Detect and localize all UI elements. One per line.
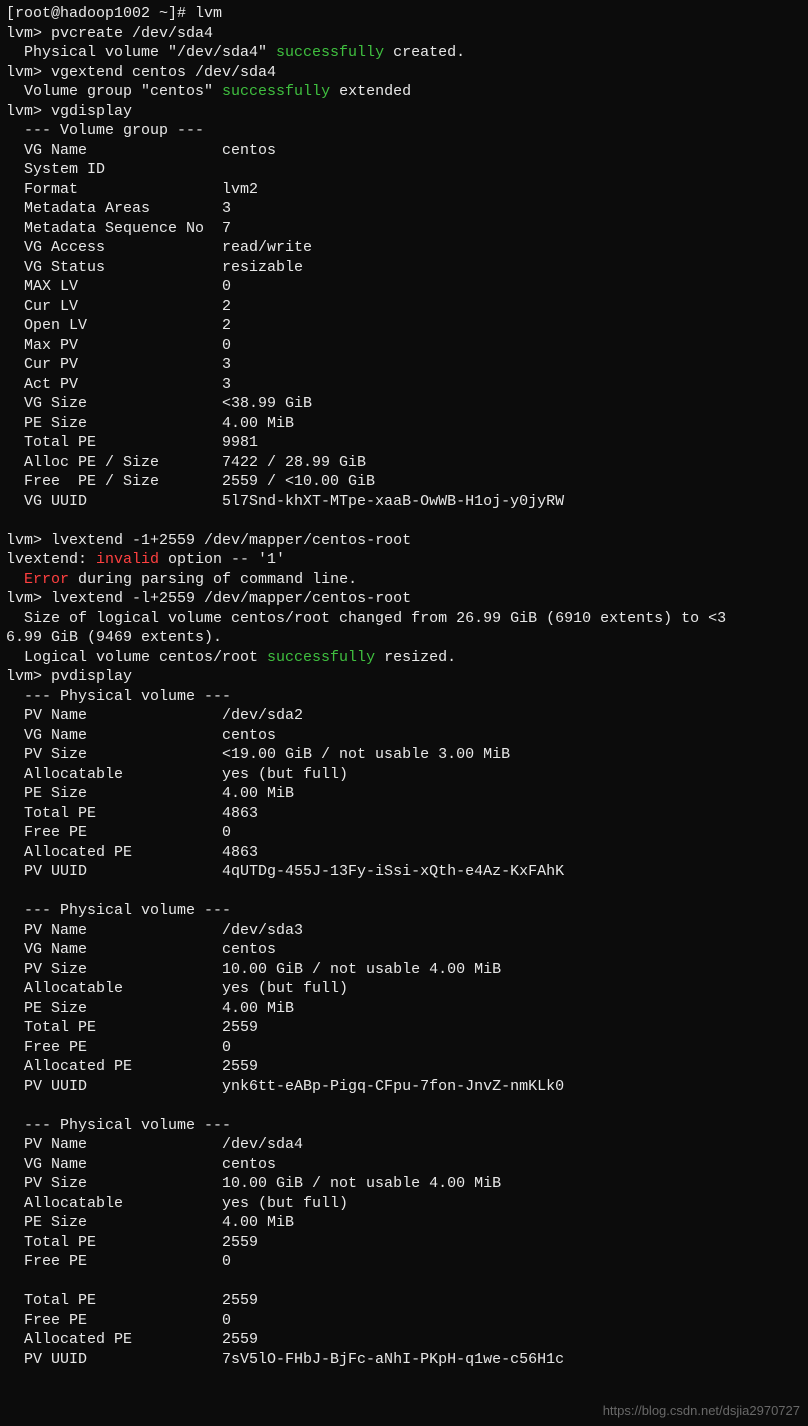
lvm-line[interactable]: lvm> pvdisplay bbox=[6, 667, 802, 687]
output-line: Act PV 3 bbox=[6, 375, 802, 395]
output-line: VG Name centos bbox=[6, 1155, 802, 1175]
blank-line bbox=[6, 882, 802, 902]
output-line: PV UUID 4qUTDg-455J-13Fy-iSsi-xQth-e4Az-… bbox=[6, 862, 802, 882]
lvm-line[interactable]: lvm> vgextend centos /dev/sda4 bbox=[6, 63, 802, 83]
output-line: Free PE 0 bbox=[6, 1252, 802, 1272]
output-line: VG Status resizable bbox=[6, 258, 802, 278]
output-line: Metadata Sequence No 7 bbox=[6, 219, 802, 239]
lvm-line[interactable]: lvm> lvextend -1+2559 /dev/mapper/centos… bbox=[6, 531, 802, 551]
blank-line bbox=[6, 1096, 802, 1116]
output-line: --- Volume group --- bbox=[6, 121, 802, 141]
output-line: VG Name centos bbox=[6, 940, 802, 960]
output-line: Total PE 2559 bbox=[6, 1018, 802, 1038]
watermark: https://blog.csdn.net/dsjia2970727 bbox=[603, 1403, 800, 1420]
output-line: PV Size 10.00 GiB / not usable 4.00 MiB bbox=[6, 1174, 802, 1194]
output-line: PV UUID 7sV5lO-FHbJ-BjFc-aNhI-PKpH-q1we-… bbox=[6, 1350, 802, 1370]
output-line: PE Size 4.00 MiB bbox=[6, 1213, 802, 1233]
output-line: Total PE 2559 bbox=[6, 1233, 802, 1253]
output-line: Max PV 0 bbox=[6, 336, 802, 356]
output-line: VG Name centos bbox=[6, 726, 802, 746]
output-line: Allocated PE 2559 bbox=[6, 1330, 802, 1350]
output-line: Physical volume "/dev/sda4" successfully… bbox=[6, 43, 802, 63]
output-line: Open LV 2 bbox=[6, 316, 802, 336]
output-line: PE Size 4.00 MiB bbox=[6, 414, 802, 434]
output-line: Volume group "centos" successfully exten… bbox=[6, 82, 802, 102]
output-line: 6.99 GiB (9469 extents). bbox=[6, 628, 802, 648]
output-line: PV Size 10.00 GiB / not usable 4.00 MiB bbox=[6, 960, 802, 980]
output-line: PV Name /dev/sda2 bbox=[6, 706, 802, 726]
output-line: VG UUID 5l7Snd-khXT-MTpe-xaaB-OwWB-H1oj-… bbox=[6, 492, 802, 512]
output-line: System ID bbox=[6, 160, 802, 180]
output-line: PV UUID ynk6tt-eABp-Pigq-CFpu-7fon-JnvZ-… bbox=[6, 1077, 802, 1097]
output-line: Total PE 4863 bbox=[6, 804, 802, 824]
output-line: Free PE 0 bbox=[6, 823, 802, 843]
output-line: --- Physical volume --- bbox=[6, 901, 802, 921]
output-line: --- Physical volume --- bbox=[6, 1116, 802, 1136]
lvm-line[interactable]: lvm> pvcreate /dev/sda4 bbox=[6, 24, 802, 44]
output-line: Size of logical volume centos/root chang… bbox=[6, 609, 802, 629]
output-line: Allocatable yes (but full) bbox=[6, 979, 802, 999]
output-line: Alloc PE / Size 7422 / 28.99 GiB bbox=[6, 453, 802, 473]
output-line: PE Size 4.00 MiB bbox=[6, 999, 802, 1019]
output-line: Allocatable yes (but full) bbox=[6, 1194, 802, 1214]
shell-line[interactable]: [root@hadoop1002 ~]# lvm bbox=[6, 4, 802, 24]
output-line: VG Name centos bbox=[6, 141, 802, 161]
blank-line bbox=[6, 1272, 802, 1292]
output-line: PV Size <19.00 GiB / not usable 3.00 MiB bbox=[6, 745, 802, 765]
output-line: VG Access read/write bbox=[6, 238, 802, 258]
terminal-output: [root@hadoop1002 ~]# lvm lvm> pvcreate /… bbox=[6, 4, 802, 1369]
output-line: Total PE 2559 bbox=[6, 1291, 802, 1311]
blank-line bbox=[6, 511, 802, 531]
output-line: Allocated PE 4863 bbox=[6, 843, 802, 863]
output-line: Free PE 0 bbox=[6, 1038, 802, 1058]
output-line: Total PE 9981 bbox=[6, 433, 802, 453]
output-line: Free PE / Size 2559 / <10.00 GiB bbox=[6, 472, 802, 492]
output-line: Cur LV 2 bbox=[6, 297, 802, 317]
error-line: Error during parsing of command line. bbox=[6, 570, 802, 590]
lvm-line[interactable]: lvm> lvextend -l+2559 /dev/mapper/centos… bbox=[6, 589, 802, 609]
output-line: PE Size 4.00 MiB bbox=[6, 784, 802, 804]
output-line: PV Name /dev/sda3 bbox=[6, 921, 802, 941]
output-line: --- Physical volume --- bbox=[6, 687, 802, 707]
output-line: VG Size <38.99 GiB bbox=[6, 394, 802, 414]
output-line: Metadata Areas 3 bbox=[6, 199, 802, 219]
output-line: Format lvm2 bbox=[6, 180, 802, 200]
output-line: MAX LV 0 bbox=[6, 277, 802, 297]
output-line: Allocated PE 2559 bbox=[6, 1057, 802, 1077]
output-line: Cur PV 3 bbox=[6, 355, 802, 375]
error-line: lvextend: invalid option -- '1' bbox=[6, 550, 802, 570]
lvm-line[interactable]: lvm> vgdisplay bbox=[6, 102, 802, 122]
output-line: PV Name /dev/sda4 bbox=[6, 1135, 802, 1155]
output-line: Allocatable yes (but full) bbox=[6, 765, 802, 785]
output-line: Free PE 0 bbox=[6, 1311, 802, 1331]
output-line: Logical volume centos/root successfully … bbox=[6, 648, 802, 668]
